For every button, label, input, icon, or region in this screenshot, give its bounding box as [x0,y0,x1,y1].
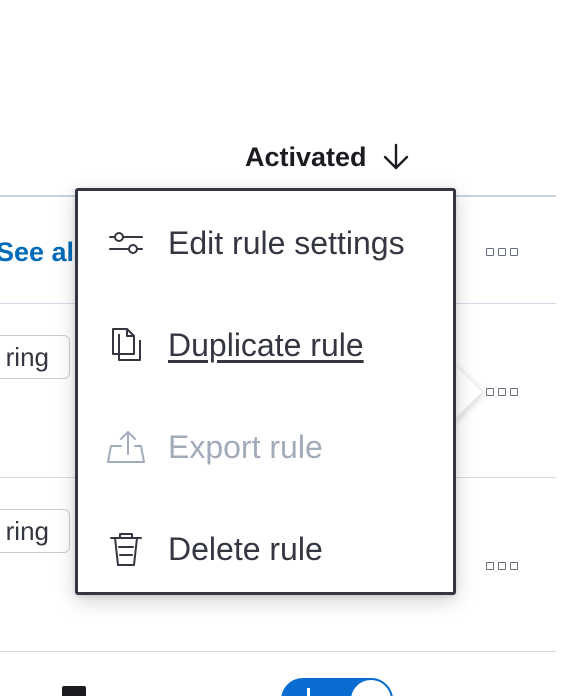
dot-icon [510,562,518,570]
dot-icon [498,248,506,256]
row-divider [0,651,556,652]
switch-on-mark [307,688,310,696]
row-actions-button[interactable] [486,248,526,258]
trash-icon [106,529,146,569]
popover-arrow [452,362,482,422]
export-icon [106,427,146,467]
rules-table-viewport: Activated See all ring ring Edit rule se… [0,0,580,696]
export-rule-menu-item: Export rule [78,417,453,477]
edit-rule-settings-menu-item[interactable]: Edit rule settings [78,213,453,273]
sliders-icon [106,223,146,263]
rule-actions-menu: Edit rule settings Duplicate rule Export… [75,188,456,595]
tag-badge: ring [0,509,70,553]
activated-column-header[interactable]: Activated [245,140,411,174]
dot-icon [510,388,518,396]
dot-icon [510,248,518,256]
row-actions-button[interactable] [486,388,526,398]
dot-icon [498,388,506,396]
dot-icon [486,248,494,256]
menu-item-label: Delete rule [168,530,323,567]
delete-rule-menu-item[interactable]: Delete rule [78,519,453,579]
menu-item-label: Export rule [168,428,323,465]
dot-icon [498,562,506,570]
dot-icon [486,388,494,396]
dot-icon [486,562,494,570]
see-all-link[interactable]: See all [0,237,82,268]
copy-icon [106,325,146,365]
activated-column-label: Activated [245,141,367,172]
sort-descending-arrow-icon [383,143,408,170]
tag-badge: ring [0,335,70,379]
rule-activated-switch[interactable] [281,678,393,696]
switch-knob [349,678,393,696]
menu-item-label: Duplicate rule [168,326,364,363]
menu-item-label: Edit rule settings [168,224,405,261]
row-actions-button[interactable] [486,562,526,572]
duplicate-rule-menu-item[interactable]: Duplicate rule [78,315,453,375]
row-icon-partial [62,686,86,696]
